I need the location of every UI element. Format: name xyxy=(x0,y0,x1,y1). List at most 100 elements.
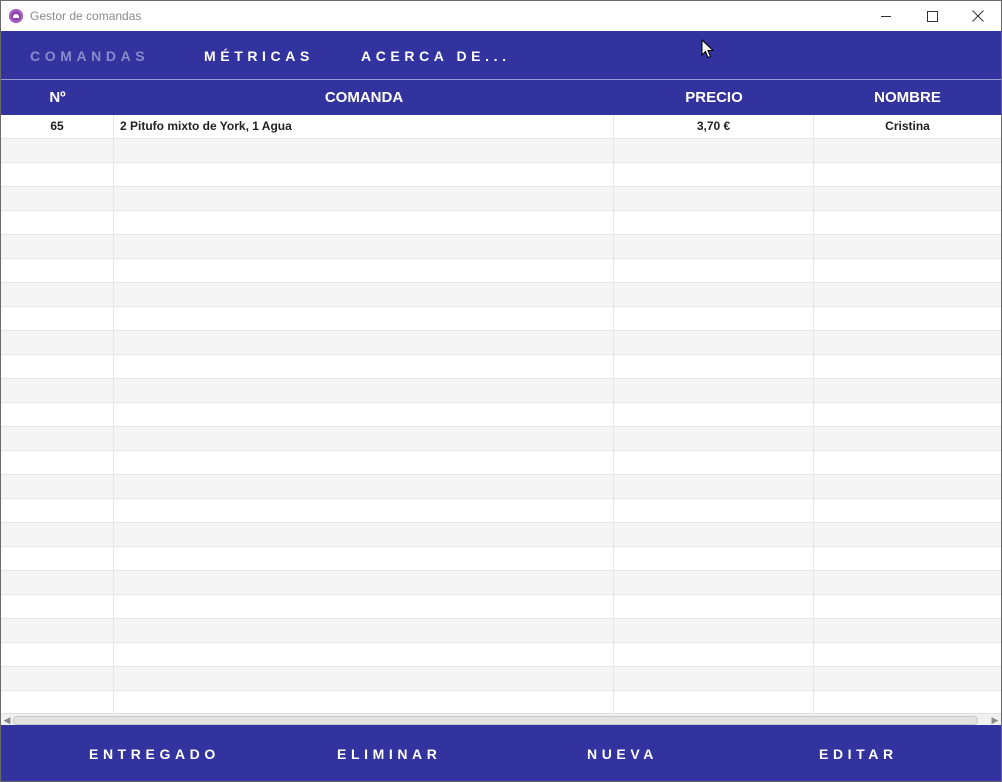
empty-table-row[interactable] xyxy=(1,331,1001,355)
cell-no xyxy=(1,235,114,258)
empty-table-row[interactable] xyxy=(1,283,1001,307)
empty-table-row[interactable] xyxy=(1,403,1001,427)
empty-table-row[interactable] xyxy=(1,139,1001,163)
cell-precio xyxy=(614,211,814,234)
cell-comanda xyxy=(114,451,614,474)
new-button[interactable]: NUEVA xyxy=(587,746,658,762)
empty-table-row[interactable] xyxy=(1,187,1001,211)
cell-no xyxy=(1,691,114,714)
cell-nombre xyxy=(814,427,1001,450)
cell-precio xyxy=(614,427,814,450)
empty-table-row[interactable] xyxy=(1,235,1001,259)
column-header-comanda[interactable]: COMANDA xyxy=(114,80,614,115)
cell-nombre xyxy=(814,211,1001,234)
empty-table-row[interactable] xyxy=(1,667,1001,691)
cell-nombre xyxy=(814,187,1001,210)
cell-precio xyxy=(614,547,814,570)
empty-table-row[interactable] xyxy=(1,691,1001,714)
minimize-icon xyxy=(880,15,891,17)
empty-table-row[interactable] xyxy=(1,475,1001,499)
cell-nombre xyxy=(814,595,1001,618)
empty-table-row[interactable] xyxy=(1,451,1001,475)
cell-comanda xyxy=(114,691,614,714)
cell-nombre xyxy=(814,571,1001,594)
menu-item-metricas[interactable]: MÉTRICAS xyxy=(204,48,314,64)
cell-precio xyxy=(614,619,814,642)
close-button[interactable] xyxy=(955,1,1001,31)
cell-comanda xyxy=(114,235,614,258)
cell-no xyxy=(1,283,114,306)
cell-no xyxy=(1,523,114,546)
cell-precio xyxy=(614,403,814,426)
cell-comanda xyxy=(114,307,614,330)
cell-nombre xyxy=(814,667,1001,690)
cell-comanda xyxy=(114,523,614,546)
cell-no xyxy=(1,643,114,666)
menu-item-acerca-de[interactable]: ACERCA DE... xyxy=(361,48,511,64)
column-header-precio[interactable]: PRECIO xyxy=(614,80,814,115)
column-header-no[interactable]: Nº xyxy=(1,80,114,115)
maximize-button[interactable] xyxy=(909,1,955,31)
empty-table-row[interactable] xyxy=(1,547,1001,571)
cell-no xyxy=(1,259,114,282)
cell-precio xyxy=(614,475,814,498)
cell-nombre xyxy=(814,475,1001,498)
empty-table-row[interactable] xyxy=(1,427,1001,451)
app-logo-icon xyxy=(9,9,23,23)
empty-table-row[interactable] xyxy=(1,163,1001,187)
empty-table-row[interactable] xyxy=(1,259,1001,283)
menu-item-comandas[interactable]: COMANDAS xyxy=(30,48,149,64)
cell-comanda xyxy=(114,187,614,210)
cell-nombre xyxy=(814,331,1001,354)
empty-table-row[interactable] xyxy=(1,379,1001,403)
cell-no xyxy=(1,547,114,570)
cell-precio xyxy=(614,523,814,546)
cell-no xyxy=(1,139,114,162)
cell-precio xyxy=(614,331,814,354)
empty-table-row[interactable] xyxy=(1,595,1001,619)
cell-nombre xyxy=(814,691,1001,714)
cell-no xyxy=(1,475,114,498)
cell-comanda xyxy=(114,379,614,402)
delete-button[interactable]: ELIMINAR xyxy=(337,746,441,762)
cell-nombre xyxy=(814,499,1001,522)
cell-precio: 3,70 € xyxy=(614,115,814,138)
cell-comanda xyxy=(114,139,614,162)
cell-precio xyxy=(614,667,814,690)
minimize-button[interactable] xyxy=(863,1,909,31)
cell-nombre xyxy=(814,619,1001,642)
empty-table-row[interactable] xyxy=(1,499,1001,523)
empty-table-row[interactable] xyxy=(1,571,1001,595)
cell-comanda xyxy=(114,643,614,666)
cell-nombre xyxy=(814,355,1001,378)
title-bar[interactable]: Gestor de comandas xyxy=(1,1,1001,31)
scrollbar-thumb[interactable] xyxy=(13,716,978,725)
empty-table-row[interactable] xyxy=(1,643,1001,667)
empty-table-row[interactable] xyxy=(1,355,1001,379)
cell-nombre xyxy=(814,307,1001,330)
cell-no xyxy=(1,595,114,618)
cell-comanda xyxy=(114,355,614,378)
empty-table-row[interactable] xyxy=(1,523,1001,547)
cell-precio xyxy=(614,451,814,474)
orders-table: Nº COMANDA PRECIO NOMBRE 65 2 Pitufo mixt… xyxy=(1,79,1001,714)
cell-precio xyxy=(614,643,814,666)
cell-nombre xyxy=(814,643,1001,666)
cell-precio xyxy=(614,163,814,186)
empty-table-row[interactable] xyxy=(1,619,1001,643)
cell-comanda xyxy=(114,259,614,282)
cell-no xyxy=(1,187,114,210)
close-icon xyxy=(972,10,984,22)
column-header-nombre[interactable]: NOMBRE xyxy=(814,80,1001,115)
maximize-icon xyxy=(926,10,938,22)
cell-no xyxy=(1,571,114,594)
table-row[interactable]: 65 2 Pitufo mixto de York, 1 Agua 3,70 € Cr… xyxy=(1,115,1001,139)
cell-comanda xyxy=(114,331,614,354)
cell-comanda xyxy=(114,427,614,450)
edit-button[interactable]: EDITAR xyxy=(819,746,898,762)
cell-no xyxy=(1,211,114,234)
delivered-button[interactable]: ENTREGADO xyxy=(89,746,220,762)
empty-table-row[interactable] xyxy=(1,307,1001,331)
cell-precio xyxy=(614,235,814,258)
empty-table-row[interactable] xyxy=(1,211,1001,235)
